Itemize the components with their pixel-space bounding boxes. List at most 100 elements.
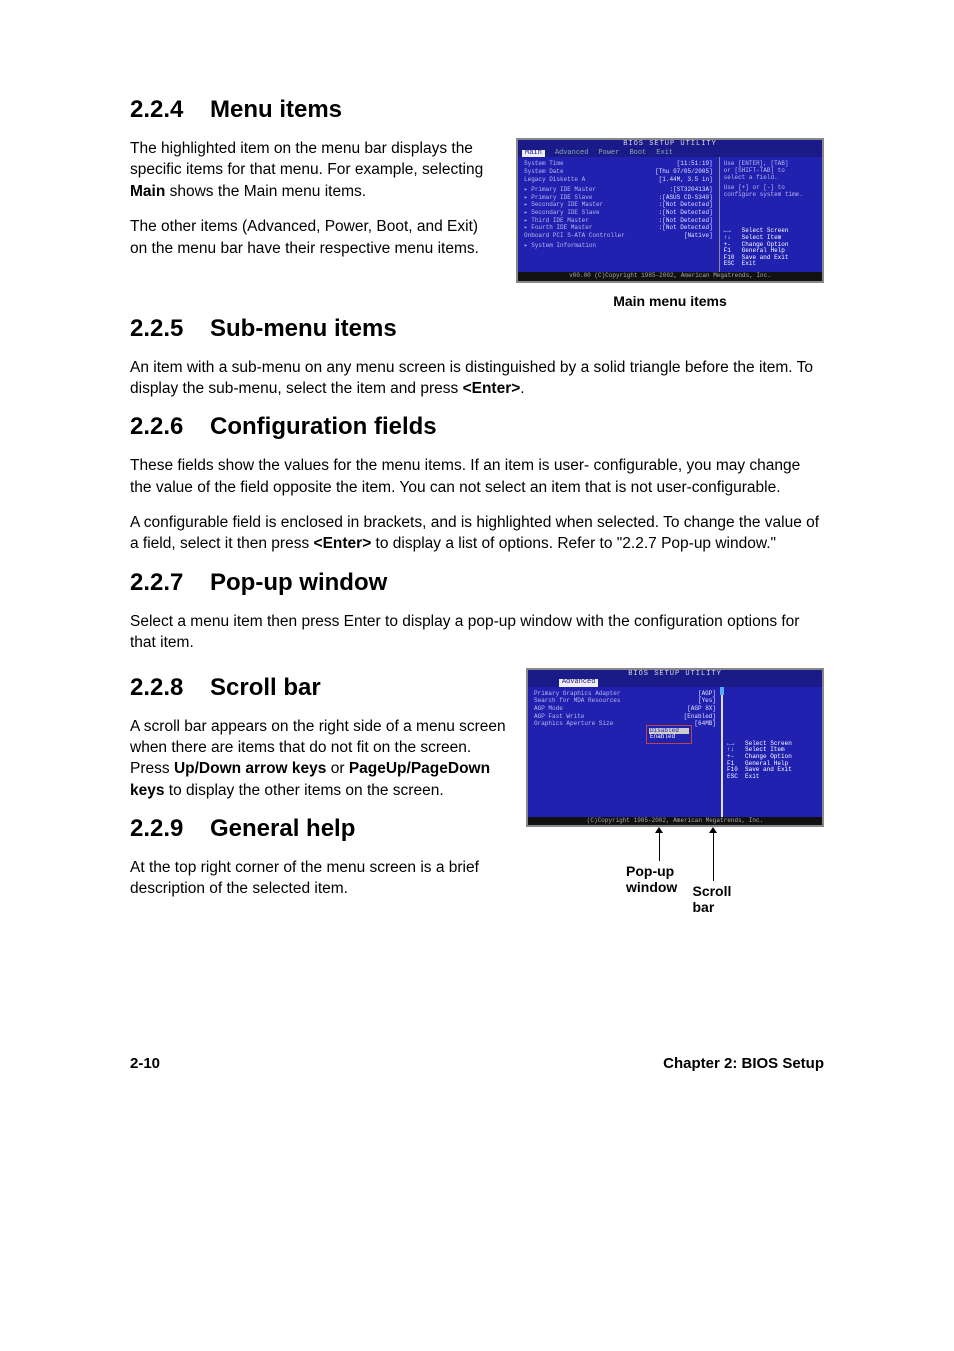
heading-num: 2.2.7 xyxy=(130,569,210,597)
bios-left-panel: System Time [11:51:19] System Date [Thu 07… xyxy=(518,157,719,272)
bios-row-val: [AGP 8X] xyxy=(687,706,716,713)
para-225: An item with a sub-menu on any menu scre… xyxy=(130,357,824,400)
bios-row-val: [Native] xyxy=(684,233,713,240)
bios-help-panel: Use [ENTER], [TAB] or [SHIFT-TAB] to sel… xyxy=(719,157,822,272)
bios-footer: v00.00 (C)Copyright 1985-2002, American … xyxy=(518,272,822,281)
popup-option: Enabled xyxy=(649,734,689,741)
heading-225: 2.2.5Sub-menu items xyxy=(130,315,824,343)
bios-row-val: :[ST320413A] xyxy=(669,187,712,194)
bios-row-val: [Yes] xyxy=(698,698,716,705)
bios-row-val: [Thu 07/05/2005] xyxy=(655,169,713,176)
bios-screenshot-popup: BIOS SETUP UTILITY Main Advanced Primary… xyxy=(526,668,824,828)
bios-screenshot-main: BIOS SETUP UTILITY Main Advanced Power B… xyxy=(516,138,824,283)
heading-num: 2.2.9 xyxy=(130,815,210,843)
bios-row-label: Primary Graphics Adapter xyxy=(534,691,620,698)
bios-row-val: :[Not Detected] xyxy=(659,218,713,225)
bios-row-label: ▸ Third IDE Master xyxy=(524,218,589,225)
bios-row-label: AGP Fast Write xyxy=(534,714,584,721)
heading-title: Menu items xyxy=(210,96,342,123)
heading-title: Configuration fields xyxy=(210,413,437,440)
bios-help-line: configure system time. xyxy=(724,192,818,199)
para-text: to display a list of options. Refer to "… xyxy=(371,535,776,552)
para-text: or xyxy=(326,760,348,777)
bios-row-val: :[Not Detected] xyxy=(659,225,713,232)
bios-tab-main: Main xyxy=(522,150,545,158)
heading-228: 2.2.8Scroll bar xyxy=(130,674,508,702)
bios-footer: (C)Copyright 1985-2002, American Megatre… xyxy=(528,817,822,826)
bios-row-label: ▸ Fourth IDE Master xyxy=(524,225,592,232)
bios-tab-exit: Exit xyxy=(656,150,673,158)
bios-row-val: :[ASUS CD-S340] xyxy=(659,195,713,202)
para-226a: These fields show the values for the men… xyxy=(130,455,824,498)
bios-row-label: ▸ Secondary IDE Slave xyxy=(524,210,600,217)
bios-row-label: Search for MDA Resources xyxy=(534,698,620,705)
bios-row-val: [11:51:19] xyxy=(677,161,713,168)
bios-row-label: Onboard PCI S-ATA Controller xyxy=(524,233,625,240)
callout-scroll-label: Scroll bar xyxy=(692,883,734,915)
bios-popup: Disabled Enabled xyxy=(646,725,692,744)
callout-line xyxy=(659,833,660,861)
para-bold: <Enter> xyxy=(463,380,521,397)
bios-row-val: [Enabled] xyxy=(684,714,716,721)
bios-help-panel: ←→Select Screen ↑↓Select Item +-Change O… xyxy=(722,687,822,817)
bios-menubar: Main Advanced xyxy=(528,679,822,687)
figure-caption-main: Main menu items xyxy=(516,293,824,309)
callout-popup-label: Pop-up window xyxy=(626,863,692,895)
bios-tab-boot: Boot xyxy=(629,150,646,158)
para-bold: Up/Down arrow keys xyxy=(174,760,326,777)
para-228: A scroll bar appears on the right side o… xyxy=(130,716,508,802)
bios-row-label: ▸ Primary IDE Slave xyxy=(524,195,592,202)
bios-row-val: :[Not Detected] xyxy=(659,202,713,209)
bios-row-label: ▸ Secondary IDE Master xyxy=(524,202,603,209)
bios-row-label: System Date xyxy=(524,169,564,176)
bios-row-label: ▸ Primary IDE Master xyxy=(524,187,596,194)
para-text: . xyxy=(520,380,524,397)
heading-num: 2.2.6 xyxy=(130,413,210,441)
heading-num: 2.2.8 xyxy=(130,674,210,702)
heading-224: 2.2.4Menu items xyxy=(130,96,824,124)
heading-title: General help xyxy=(210,815,355,842)
heading-title: Scroll bar xyxy=(210,674,321,701)
heading-227: 2.2.7Pop-up window xyxy=(130,569,824,597)
bios-row-val: :[Not Detected] xyxy=(659,210,713,217)
heading-num: 2.2.5 xyxy=(130,315,210,343)
chapter-label: Chapter 2: BIOS Setup xyxy=(663,1055,824,1072)
heading-226: 2.2.6Configuration fields xyxy=(130,413,824,441)
para-text: to display the other items on the screen… xyxy=(164,782,443,799)
bios-key-desc: Exit xyxy=(745,774,759,781)
page-number: 2-10 xyxy=(130,1055,160,1072)
para-text: The highlighted item on the menu bar dis… xyxy=(130,140,483,178)
bios-key: ESC xyxy=(724,261,738,268)
bios-row-val: [64MB] xyxy=(694,721,716,728)
bios-row-label: Legacy Diskette A xyxy=(524,177,585,184)
heading-title: Sub-menu items xyxy=(210,315,397,342)
para-224b: The other items (Advanced, Power, Boot, … xyxy=(130,216,498,259)
bios-menubar: Main Advanced Power Boot Exit xyxy=(518,150,822,158)
para-226b: A configurable field is enclosed in brac… xyxy=(130,512,824,555)
bios-tab-advanced: Advanced xyxy=(555,150,589,158)
bios-tab-power: Power xyxy=(598,150,619,158)
para-227: Select a menu item then press Enter to d… xyxy=(130,611,824,654)
bios-row-label: System Time xyxy=(524,161,564,168)
bios-row-label: ▸ System Information xyxy=(524,243,596,250)
bios-tab-advanced: Advanced xyxy=(559,679,599,687)
bios-scrollbar-track xyxy=(721,687,723,817)
para-bold: <Enter> xyxy=(314,535,372,552)
para-224a: The highlighted item on the menu bar dis… xyxy=(130,138,498,202)
bios-scrollbar-thumb xyxy=(720,687,724,695)
para-bold: Main xyxy=(130,183,165,200)
heading-title: Pop-up window xyxy=(210,569,387,596)
bios-row-label: AGP Mode xyxy=(534,706,563,713)
bios-row-val: [1.44M, 3.5 in] xyxy=(659,177,713,184)
page-footer: 2-10 Chapter 2: BIOS Setup xyxy=(130,1055,824,1072)
bios-left-panel: Primary Graphics Adapter [AGP] Search for… xyxy=(528,687,722,817)
bios-row-val: [AGP] xyxy=(698,691,716,698)
bios-key-desc: Exit xyxy=(742,261,756,268)
heading-num: 2.2.4 xyxy=(130,96,210,124)
para-229: At the top right corner of the menu scre… xyxy=(130,857,508,900)
callout-line xyxy=(713,833,714,881)
heading-229: 2.2.9General help xyxy=(130,815,508,843)
bios-key: ESC xyxy=(727,774,741,781)
bios-help-line: select a field. xyxy=(724,175,818,182)
bios-row-label: Graphics Aperture Size xyxy=(534,721,613,728)
